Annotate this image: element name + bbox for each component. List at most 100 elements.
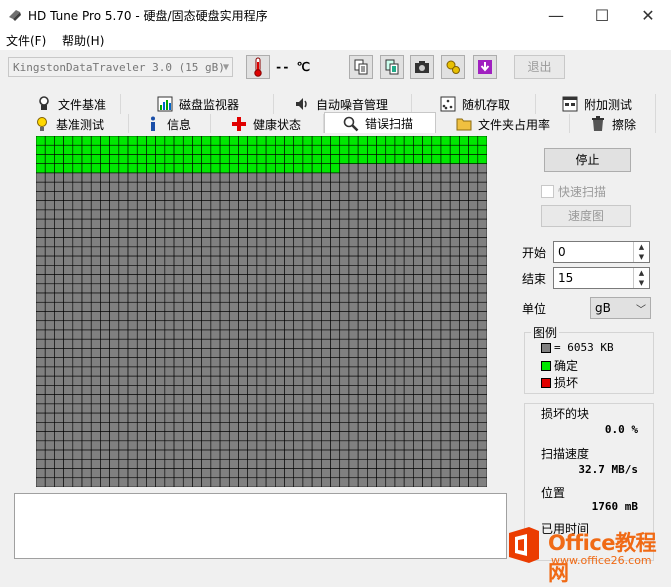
block-pending	[422, 172, 433, 183]
block-pending	[90, 422, 101, 432]
block-pending	[265, 375, 276, 386]
block-pending	[219, 412, 230, 423]
block-pending	[385, 200, 396, 211]
block-pending	[118, 431, 129, 442]
block-pending	[403, 468, 414, 479]
block-pending	[302, 181, 313, 192]
block-pending	[275, 449, 285, 460]
block-pending	[192, 200, 202, 211]
block-pending	[247, 181, 258, 192]
block-pending	[36, 191, 46, 201]
end-spinner[interactable]: 15 ▲ ▼	[553, 267, 650, 289]
block-ok	[36, 136, 46, 146]
tab-disk-monitor[interactable]: 磁盘监视器	[121, 94, 274, 114]
block-pending	[228, 181, 239, 192]
block-pending	[136, 237, 147, 248]
block-ok	[477, 154, 487, 165]
block-pending	[284, 440, 295, 451]
block-pending	[357, 209, 368, 220]
copy-button[interactable]	[349, 55, 373, 79]
copy-all-button[interactable]	[380, 55, 404, 79]
unit-select[interactable]: gB ﹀	[590, 297, 651, 319]
legend-bad-text: 损坏	[554, 376, 579, 390]
block-ok	[275, 144, 285, 155]
save-button[interactable]	[473, 55, 497, 79]
screenshot-button[interactable]	[410, 55, 434, 79]
block-pending	[339, 237, 350, 248]
spin-up-icon[interactable]: ▲	[633, 242, 649, 252]
block-pending	[459, 255, 469, 266]
block-pending	[146, 172, 156, 183]
block-pending	[440, 422, 451, 432]
block-pending	[155, 200, 166, 211]
tab-health[interactable]: 健康状态	[211, 114, 324, 134]
block-pending	[238, 449, 248, 460]
block-pending	[311, 477, 322, 487]
block-pending	[127, 255, 138, 266]
drive-select[interactable]: KingstonDataTraveler 3.0 (15 gB) ▼	[8, 57, 233, 77]
block-pending	[247, 172, 258, 183]
start-value[interactable]: 0	[558, 245, 566, 259]
temperature-button[interactable]	[246, 55, 270, 79]
tab-acoustic-management[interactable]: 自动噪音管理	[274, 94, 412, 114]
block-pending	[459, 274, 469, 285]
spin-up-icon[interactable]: ▲	[633, 268, 649, 278]
menu-file[interactable]: 文件(F)	[6, 32, 46, 49]
block-pending	[477, 246, 487, 257]
options-button[interactable]	[441, 55, 465, 79]
maximize-button[interactable]: ☐	[579, 0, 625, 30]
block-pending	[394, 329, 405, 340]
tab-info[interactable]: 信息	[129, 114, 211, 134]
quick-scan-checkbox[interactable]: 快速扫描	[541, 183, 606, 200]
block-pending	[468, 329, 479, 340]
block-pending	[100, 283, 110, 294]
tab-error-scan[interactable]: 错误扫描	[324, 112, 436, 134]
speed-map-button[interactable]: 速度图	[541, 205, 631, 227]
block-pending	[459, 246, 469, 257]
block-pending	[357, 237, 368, 248]
block-pending	[302, 468, 313, 479]
menu-help[interactable]: 帮助(H)	[62, 32, 104, 49]
block-ok	[321, 154, 331, 165]
block-pending	[256, 394, 267, 405]
block-pending	[275, 431, 285, 442]
block-pending	[155, 329, 166, 340]
close-button[interactable]: ✕	[625, 0, 671, 30]
block-pending	[72, 449, 83, 460]
tab-extra-tests[interactable]: 附加测试	[536, 94, 656, 114]
spin-down-icon[interactable]: ▼	[633, 252, 649, 262]
block-pending	[155, 449, 166, 460]
block-pending	[182, 311, 193, 322]
block-pending	[367, 348, 377, 358]
block-pending	[192, 228, 202, 238]
block-pending	[136, 283, 147, 294]
tab-erase[interactable]: 擦除	[570, 114, 656, 134]
block-pending	[431, 329, 442, 340]
legend-title: 图例	[531, 324, 560, 341]
block-pending	[118, 218, 129, 229]
tab-folder-usage[interactable]: 文件夹占用率	[436, 114, 570, 134]
quick-scan-box[interactable]	[541, 185, 554, 198]
block-ok	[54, 144, 64, 155]
stop-button[interactable]: 停止	[544, 148, 631, 172]
block-ok	[192, 136, 202, 146]
block-pending	[459, 468, 469, 479]
spin-down-icon[interactable]: ▼	[633, 278, 649, 288]
block-pending	[247, 431, 258, 442]
tab-file-benchmark[interactable]: 文件基准	[14, 94, 121, 114]
block-pending	[228, 348, 239, 358]
exit-button[interactable]: 退出	[514, 55, 565, 79]
menu-bar: 文件(F) 帮助(H)	[0, 30, 671, 50]
tab-random-access[interactable]: 随机存取	[412, 94, 536, 114]
block-pending	[63, 255, 74, 266]
block-pending	[413, 440, 423, 451]
block-pending	[164, 292, 175, 303]
end-value[interactable]: 15	[558, 271, 573, 285]
minimize-button[interactable]: —	[533, 0, 579, 30]
block-pending	[90, 385, 101, 395]
block-pending	[413, 320, 423, 331]
tab-benchmark[interactable]: 基准测试	[14, 114, 129, 134]
block-ok	[109, 144, 120, 155]
block-pending	[155, 283, 166, 294]
start-spinner[interactable]: 0 ▲ ▼	[553, 241, 650, 263]
